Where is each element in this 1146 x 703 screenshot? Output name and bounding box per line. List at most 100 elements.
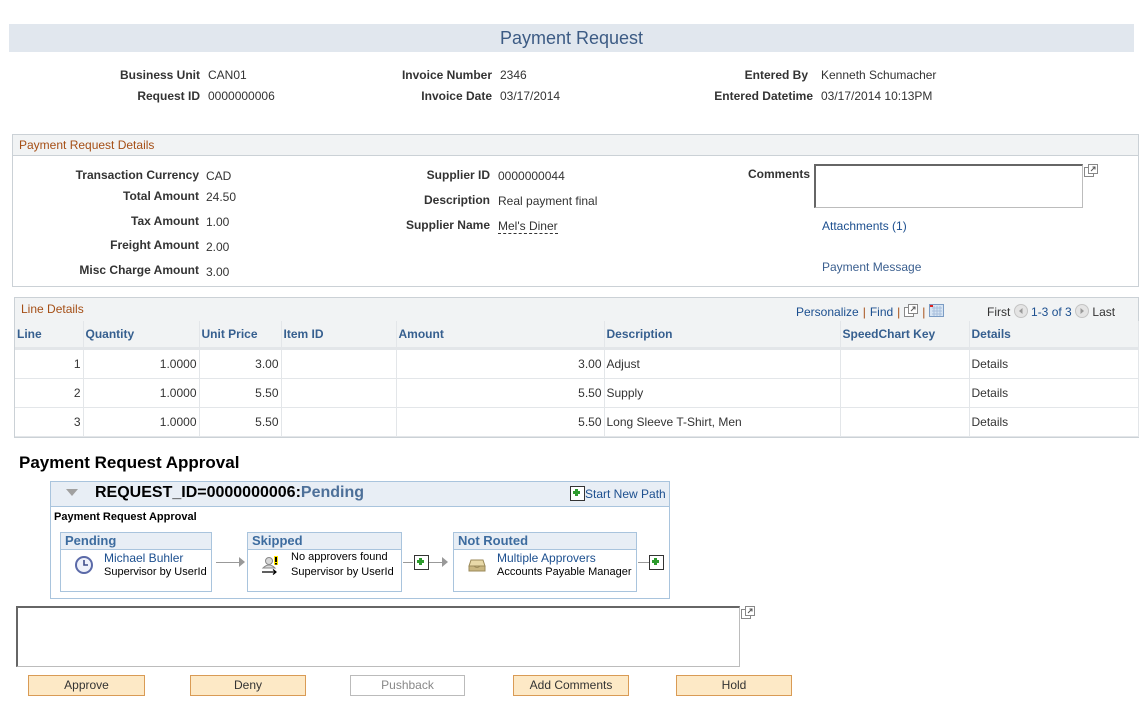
approval-monitor: REQUEST_ID=0000000006:Pending Start New … [50, 481, 670, 599]
approval-header: REQUEST_ID=0000000006:Pending Start New … [51, 482, 669, 507]
start-new-path-link[interactable]: Start New Path [585, 487, 666, 501]
invoice-date-label: Invoice Date [421, 89, 492, 103]
misc-charge-amount-label: Misc Charge Amount [79, 263, 199, 277]
flow-connector [429, 562, 442, 563]
tax-amount-value: 1.00 [206, 215, 230, 229]
column-header-item-id[interactable]: Item ID [281, 321, 397, 350]
comments-textarea[interactable] [814, 164, 1083, 208]
supplier-id-label: Supplier ID [426, 168, 490, 182]
cell-description: Long Sleeve T-Shirt, Men [604, 407, 841, 437]
cell-line: 2 [15, 378, 84, 408]
view-all-popout-icon[interactable] [904, 304, 919, 317]
table-row: 3 1.0000 5.50 5.50 Long Sleeve T-Shirt, … [15, 407, 1139, 437]
details-link[interactable]: Details [969, 348, 1139, 379]
cell-speedchart-key [840, 378, 970, 408]
supplier-id-value: 0000000044 [498, 169, 565, 183]
tax-amount-label: Tax Amount [131, 214, 199, 228]
column-header-line[interactable]: Line [15, 321, 84, 350]
cell-speedchart-key [840, 407, 970, 437]
next-page-icon[interactable] [1075, 304, 1090, 318]
cell-unit-price: 3.00 [199, 348, 282, 379]
description-label: Description [423, 193, 490, 207]
approval-comment-textarea[interactable] [16, 606, 740, 667]
table-row: 1 1.0000 3.00 3.00 Adjust Details [15, 348, 1139, 379]
total-amount-label: Total Amount [123, 189, 199, 203]
approver-role: Accounts Payable Manager [497, 566, 632, 578]
insert-approver-button[interactable] [414, 555, 429, 570]
deny-button[interactable]: Deny [190, 675, 306, 696]
cell-line: 1 [15, 348, 84, 379]
pushback-button[interactable]: Pushback [350, 675, 465, 696]
payment-message-link[interactable]: Payment Message [822, 260, 921, 274]
flow-arrow-icon [239, 557, 245, 567]
start-new-path-button[interactable]: Start New Path [570, 486, 666, 501]
cell-amount: 3.00 [396, 348, 605, 379]
column-header-amount[interactable]: Amount [396, 321, 605, 350]
entered-datetime-value: 03/17/2014 10:13PM [821, 89, 933, 103]
comment-popout-icon[interactable] [741, 606, 755, 619]
personalize-link[interactable]: Personalize [796, 305, 859, 319]
approver-name: No approvers found [291, 551, 388, 563]
transaction-currency-label: Transaction Currency [75, 168, 199, 182]
approver-role: Supervisor by UserId [104, 566, 207, 578]
business-unit-value: CAN01 [208, 68, 247, 82]
download-grid-icon[interactable] [929, 304, 945, 317]
append-approver-button[interactable] [649, 555, 664, 570]
cell-line: 3 [15, 407, 84, 437]
add-comments-button[interactable]: Add Comments [513, 675, 629, 696]
column-header-speedchart-key[interactable]: SpeedChart Key [840, 321, 970, 350]
request-status: Pending [300, 484, 365, 501]
entered-datetime-label: Entered Datetime [714, 89, 813, 103]
previous-page-icon[interactable] [1013, 304, 1028, 318]
supplier-name-value[interactable]: Mel's Diner [498, 219, 558, 234]
line-details-table: Line Quantity Unit Price Item ID Amount … [15, 321, 1139, 437]
first-label: First [987, 305, 1011, 319]
table-row: 2 1.0000 5.50 5.50 Supply Details [15, 378, 1139, 408]
freight-amount-value: 2.00 [206, 240, 230, 254]
clock-icon [75, 556, 93, 574]
stage-name: Payment Request Approval [54, 511, 197, 523]
collapse-triangle-icon[interactable] [66, 489, 78, 497]
total-amount-value: 24.50 [206, 190, 237, 204]
column-header-quantity[interactable]: Quantity [83, 321, 200, 350]
approval-step-skipped: Skipped No approvers found Supervisor by… [247, 532, 402, 592]
comments-label: Comments [747, 167, 810, 181]
details-link[interactable]: Details [969, 378, 1139, 408]
request-id-label: Request ID [137, 89, 200, 103]
section-header-details: Payment Request Details [13, 135, 1138, 156]
flow-connector [403, 562, 413, 563]
page-title: Payment Request [9, 24, 1134, 52]
cell-description: Adjust [604, 348, 841, 379]
description-value: Real payment final [498, 194, 598, 208]
cell-speedchart-key [840, 348, 970, 379]
approver-link[interactable]: Multiple Approvers [497, 551, 596, 565]
page-range: 1-3 of 3 [1031, 305, 1072, 319]
request-id-value: 0000000006 [208, 89, 275, 103]
column-header-unit-price[interactable]: Unit Price [199, 321, 282, 350]
entered-by-value: Kenneth Schumacher [821, 68, 937, 82]
request-key-text: REQUEST_ID=0000000006: [95, 484, 301, 501]
approve-button[interactable]: Approve [28, 675, 145, 696]
cell-quantity: 1.0000 [83, 378, 200, 408]
grid-toolbar: Personalize | Find | | [796, 304, 945, 319]
cell-item-id [281, 348, 397, 379]
supplier-name-label: Supplier Name [405, 218, 490, 232]
inbox-tray-icon [468, 559, 486, 572]
popout-icon[interactable] [1084, 164, 1098, 177]
section-header-line-details: Line Details [15, 298, 1138, 322]
approver-link[interactable]: Michael Buhler [104, 551, 183, 565]
cell-amount: 5.50 [396, 378, 605, 408]
column-header-details[interactable]: Details [969, 321, 1139, 350]
attachments-link[interactable]: Attachments (1) [822, 219, 907, 233]
column-header-description[interactable]: Description [604, 321, 841, 350]
invoice-date-value: 03/17/2014 [500, 89, 561, 103]
find-link[interactable]: Find [870, 305, 893, 319]
details-link[interactable]: Details [969, 407, 1139, 437]
user-warning-icon [261, 556, 278, 575]
hold-button[interactable]: Hold [676, 675, 792, 696]
step-status: Not Routed [454, 533, 636, 550]
grid-pager: First 1-3 of 3 Last [987, 304, 1115, 319]
cell-item-id [281, 378, 397, 408]
approval-step-not-routed: Not Routed Multiple Approvers Accounts P… [453, 532, 637, 592]
approval-step-pending: Pending Michael Buhler Supervisor by Use… [60, 532, 212, 592]
